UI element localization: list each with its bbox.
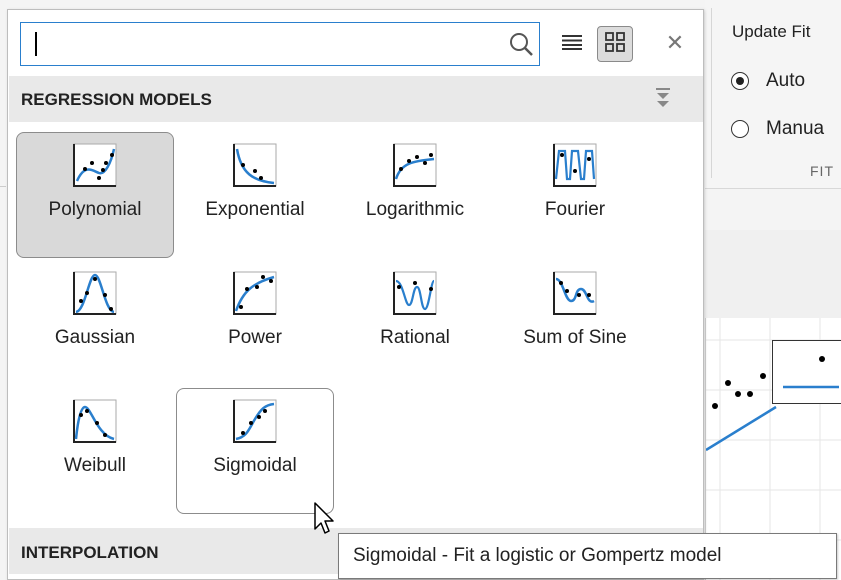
tooltip: Sigmoidal - Fit a logistic or Gompertz m… bbox=[338, 533, 837, 579]
update-fit-ribbon-group: Update Fit Auto Manua FIT bbox=[705, 0, 841, 189]
model-tile-fourier[interactable]: Fourier bbox=[496, 132, 654, 258]
section-title: INTERPOLATION bbox=[21, 543, 159, 562]
model-label: Exponential bbox=[205, 199, 305, 220]
close-icon: ✕ bbox=[665, 30, 685, 55]
model-tile-rational[interactable]: Rational bbox=[336, 260, 494, 386]
model-tile-gaussian[interactable]: Gaussian bbox=[16, 260, 174, 386]
search-input[interactable] bbox=[29, 29, 493, 59]
model-label: Power bbox=[228, 327, 282, 348]
model-tile-polynomial[interactable]: Polynomial bbox=[16, 132, 174, 258]
model-label: Sum of Sine bbox=[523, 327, 627, 348]
ribbon-group-label: FIT bbox=[810, 163, 834, 179]
gaussian-icon bbox=[73, 271, 117, 315]
tooltip-text: Sigmoidal - Fit a logistic or Gompertz m… bbox=[353, 545, 722, 566]
divider bbox=[0, 186, 6, 187]
update-fit-label: Update Fit bbox=[732, 22, 811, 41]
power-icon bbox=[233, 271, 277, 315]
close-button[interactable]: ✕ bbox=[658, 26, 692, 60]
model-gallery-popup: ✕ REGRESSION MODELS Polynomial Exponenti… bbox=[7, 9, 704, 580]
model-tile-sum-of-sine[interactable]: Sum of Sine bbox=[496, 260, 654, 386]
model-label: Sigmoidal bbox=[213, 455, 297, 476]
model-tile-weibull[interactable]: Weibull bbox=[16, 388, 174, 514]
regression-models-header[interactable]: REGRESSION MODELS bbox=[9, 76, 703, 122]
fourier-icon bbox=[553, 143, 597, 187]
list-view-icon bbox=[562, 34, 582, 55]
grid-view-icon bbox=[605, 31, 625, 57]
section-title: REGRESSION MODELS bbox=[21, 90, 212, 109]
model-label: Polynomial bbox=[48, 199, 142, 220]
model-label: Gaussian bbox=[54, 327, 136, 348]
auto-radio-label: Auto bbox=[766, 70, 806, 91]
sum-of-sine-icon bbox=[553, 271, 597, 315]
auto-radio-option[interactable]: Auto bbox=[731, 70, 805, 92]
rational-icon bbox=[393, 271, 437, 315]
model-tile-sigmoidal[interactable]: Sigmoidal bbox=[176, 388, 334, 514]
model-label: Weibull bbox=[64, 455, 126, 476]
search-box[interactable] bbox=[20, 22, 540, 66]
model-label: Logarithmic bbox=[365, 199, 465, 220]
model-label: Rational bbox=[380, 327, 450, 348]
auto-radio-button[interactable] bbox=[731, 72, 749, 90]
weibull-icon bbox=[73, 399, 117, 443]
sigmoidal-icon bbox=[233, 399, 277, 443]
model-tile-power[interactable]: Power bbox=[176, 260, 334, 386]
exponential-icon bbox=[233, 143, 277, 187]
plot-legend bbox=[772, 340, 841, 404]
manual-radio-button[interactable] bbox=[731, 120, 749, 138]
mouse-cursor-icon bbox=[314, 502, 334, 534]
collapse-icon[interactable] bbox=[656, 88, 670, 115]
model-label: Fourier bbox=[544, 199, 606, 220]
logarithmic-icon bbox=[393, 143, 437, 187]
list-view-button[interactable] bbox=[554, 26, 590, 62]
polynomial-icon bbox=[73, 143, 117, 187]
manual-radio-option[interactable]: Manua bbox=[731, 118, 824, 140]
ribbon-separator bbox=[711, 8, 712, 178]
grid-view-button[interactable] bbox=[597, 26, 633, 62]
model-tile-logarithmic[interactable]: Logarithmic bbox=[336, 132, 494, 258]
search-icon[interactable] bbox=[508, 31, 534, 62]
model-tile-exponential[interactable]: Exponential bbox=[176, 132, 334, 258]
manual-radio-label: Manua bbox=[766, 118, 825, 139]
